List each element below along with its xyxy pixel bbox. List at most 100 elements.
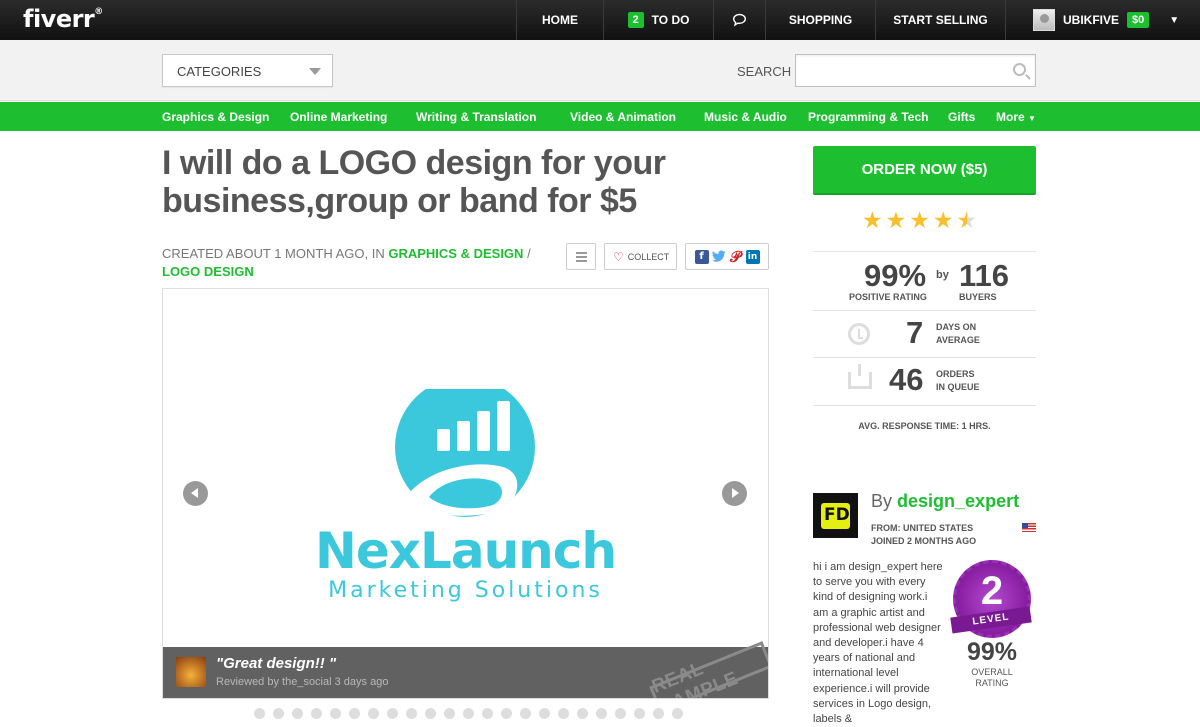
pagination-dot[interactable] — [368, 708, 379, 719]
delivery-row: 7 DAYS ON AVERAGE — [813, 310, 1036, 357]
stats-divider — [813, 405, 1036, 406]
category-gifts[interactable]: Gifts — [948, 110, 975, 124]
pagination-dot[interactable] — [387, 708, 398, 719]
facebook-icon[interactable]: f — [694, 249, 709, 264]
review-author: Reviewed by the_social 3 days ago — [216, 676, 389, 688]
review-caption: "Great design!! " Reviewed by the_social… — [163, 641, 768, 698]
orders-in-queue-value: 46 — [889, 362, 924, 397]
gig-meta: CREATED ABOUT 1 MONTH AGO, IN GRAPHICS &… — [162, 246, 531, 279]
real-sample-stamp: REAL SAMPLE — [649, 641, 768, 698]
prev-arrow-icon[interactable] — [183, 481, 208, 506]
rating-stars: ★ ★ ★ ★ ★ — [862, 208, 977, 234]
gallery-pagination — [254, 708, 683, 719]
nav-shopping[interactable]: SHOPPING — [765, 0, 875, 40]
pagination-dot[interactable] — [406, 708, 417, 719]
overall-rating-label: OVERALL RATING — [971, 667, 1013, 688]
seller-byline: By design_expert — [871, 491, 1020, 511]
category-more[interactable]: More ▼ — [996, 110, 1036, 124]
nexlaunch-logo-mark — [395, 389, 535, 517]
search-bar: CATEGORIES SEARCH — [0, 40, 1200, 101]
nav-todo[interactable]: 2 TO DO — [603, 0, 713, 40]
seller-avatar[interactable] — [813, 493, 858, 538]
nav-start-selling[interactable]: START SELLING — [875, 0, 1005, 40]
delivery-days-label: DAYS ON AVERAGE — [936, 322, 980, 345]
more-caret-icon: ▼ — [1028, 114, 1036, 123]
twitter-icon[interactable] — [711, 249, 726, 264]
order-now-button[interactable]: ORDER NOW ($5) — [813, 146, 1036, 195]
seller-name-link[interactable]: design_expert — [897, 491, 1019, 511]
seller-meta: FROM: UNITED STATES JOINED 2 MONTHS AGO — [871, 522, 976, 548]
star-icon: ★ — [885, 208, 907, 234]
pagination-dot[interactable] — [653, 708, 664, 719]
category-link[interactable]: GRAPHICS & DESIGN — [388, 246, 523, 261]
star-icon: ★ — [862, 208, 883, 234]
search-label: SEARCH — [737, 64, 792, 79]
categories-dropdown[interactable]: CATEGORIES — [162, 54, 333, 87]
pagination-dot[interactable] — [330, 708, 341, 719]
gig-stats: 99% POSITIVE RATING by 116 BUYERS 7 DAYS… — [813, 251, 1036, 406]
gallery-brand-tagline: Marketing Solutions — [328, 578, 603, 603]
subcategory-link[interactable]: LOGO DESIGN — [162, 264, 254, 279]
pagination-dot[interactable] — [596, 708, 607, 719]
share-buttons: f 𝒫 in — [685, 243, 769, 270]
us-flag-icon — [1022, 523, 1036, 532]
pagination-dot[interactable] — [292, 708, 303, 719]
category-online-marketing[interactable]: Online Marketing — [290, 110, 387, 124]
pagination-dot[interactable] — [444, 708, 455, 719]
nav-home[interactable]: HOME — [516, 0, 603, 40]
category-writing-translation[interactable]: Writing & Translation — [416, 110, 536, 124]
pagination-dot[interactable] — [349, 708, 360, 719]
search-icon[interactable] — [1013, 63, 1026, 76]
category-video-animation[interactable]: Video & Animation — [570, 110, 676, 124]
category-music-audio[interactable]: Music & Audio — [704, 110, 787, 124]
history-icon — [848, 323, 870, 345]
search-input-box — [795, 54, 1036, 87]
pagination-dot[interactable] — [482, 708, 493, 719]
pagination-dot[interactable] — [577, 708, 588, 719]
search-input[interactable] — [796, 55, 996, 85]
fiverr-logo[interactable]: fiverr® — [23, 5, 103, 33]
queue-row: 46 ORDERS IN QUEUE — [813, 357, 1036, 405]
reviewer-avatar — [176, 657, 206, 687]
user-avatar — [1033, 9, 1055, 31]
category-nav: Graphics & Design Online Marketing Writi… — [0, 102, 1200, 131]
collect-button[interactable]: ♡ COLLECT — [604, 243, 677, 270]
buyers-label: BUYERS — [959, 292, 997, 302]
pagination-dot[interactable] — [425, 708, 436, 719]
star-icon: ★ — [932, 208, 954, 234]
category-graphics-design[interactable]: Graphics & Design — [162, 110, 269, 124]
pagination-dot[interactable] — [254, 708, 265, 719]
overall-rating: 99% OVERALL RATING — [953, 638, 1031, 689]
list-menu-button[interactable] — [566, 243, 596, 270]
rating-row: 99% POSITIVE RATING by 116 BUYERS — [813, 251, 1036, 310]
delivery-days-value: 7 — [906, 315, 924, 350]
seller-country: FROM: UNITED STATES — [871, 523, 974, 533]
caret-down-icon: ▼ — [1169, 14, 1180, 26]
nav-messages[interactable] — [713, 0, 765, 40]
avg-response-time: AVG. RESPONSE TIME: 1 HRS. — [858, 421, 991, 431]
pagination-dot[interactable] — [463, 708, 474, 719]
overall-rating-value: 99% — [966, 638, 1018, 666]
top-navbar: fiverr® HOME 2 TO DO SHOPPING START SELLI… — [0, 0, 1200, 40]
pinterest-icon[interactable]: 𝒫 — [728, 248, 743, 266]
linkedin-icon[interactable]: in — [745, 249, 760, 264]
user-menu[interactable]: UBIKFIVE $0 ▼ — [1005, 0, 1200, 40]
pagination-dot[interactable] — [311, 708, 322, 719]
positive-rating-label: POSITIVE RATING — [849, 292, 927, 302]
pagination-dot[interactable] — [501, 708, 512, 719]
pagination-dot[interactable] — [672, 708, 683, 719]
half-star-icon: ★ — [956, 208, 978, 234]
pagination-dot[interactable] — [539, 708, 550, 719]
pagination-dot[interactable] — [273, 708, 284, 719]
star-icon: ★ — [909, 208, 930, 234]
pagination-dot[interactable] — [520, 708, 531, 719]
dropdown-arrow-icon — [309, 68, 321, 75]
pagination-dot[interactable] — [558, 708, 569, 719]
gallery-brand-name: NexLaunch — [314, 522, 617, 580]
next-arrow-icon[interactable] — [722, 481, 747, 506]
pagination-dot[interactable] — [615, 708, 626, 719]
category-programming-tech[interactable]: Programming & Tech — [808, 110, 928, 124]
todo-count-badge: 2 — [627, 12, 644, 28]
pagination-dot[interactable] — [634, 708, 645, 719]
heart-icon: ♡ — [613, 249, 624, 264]
